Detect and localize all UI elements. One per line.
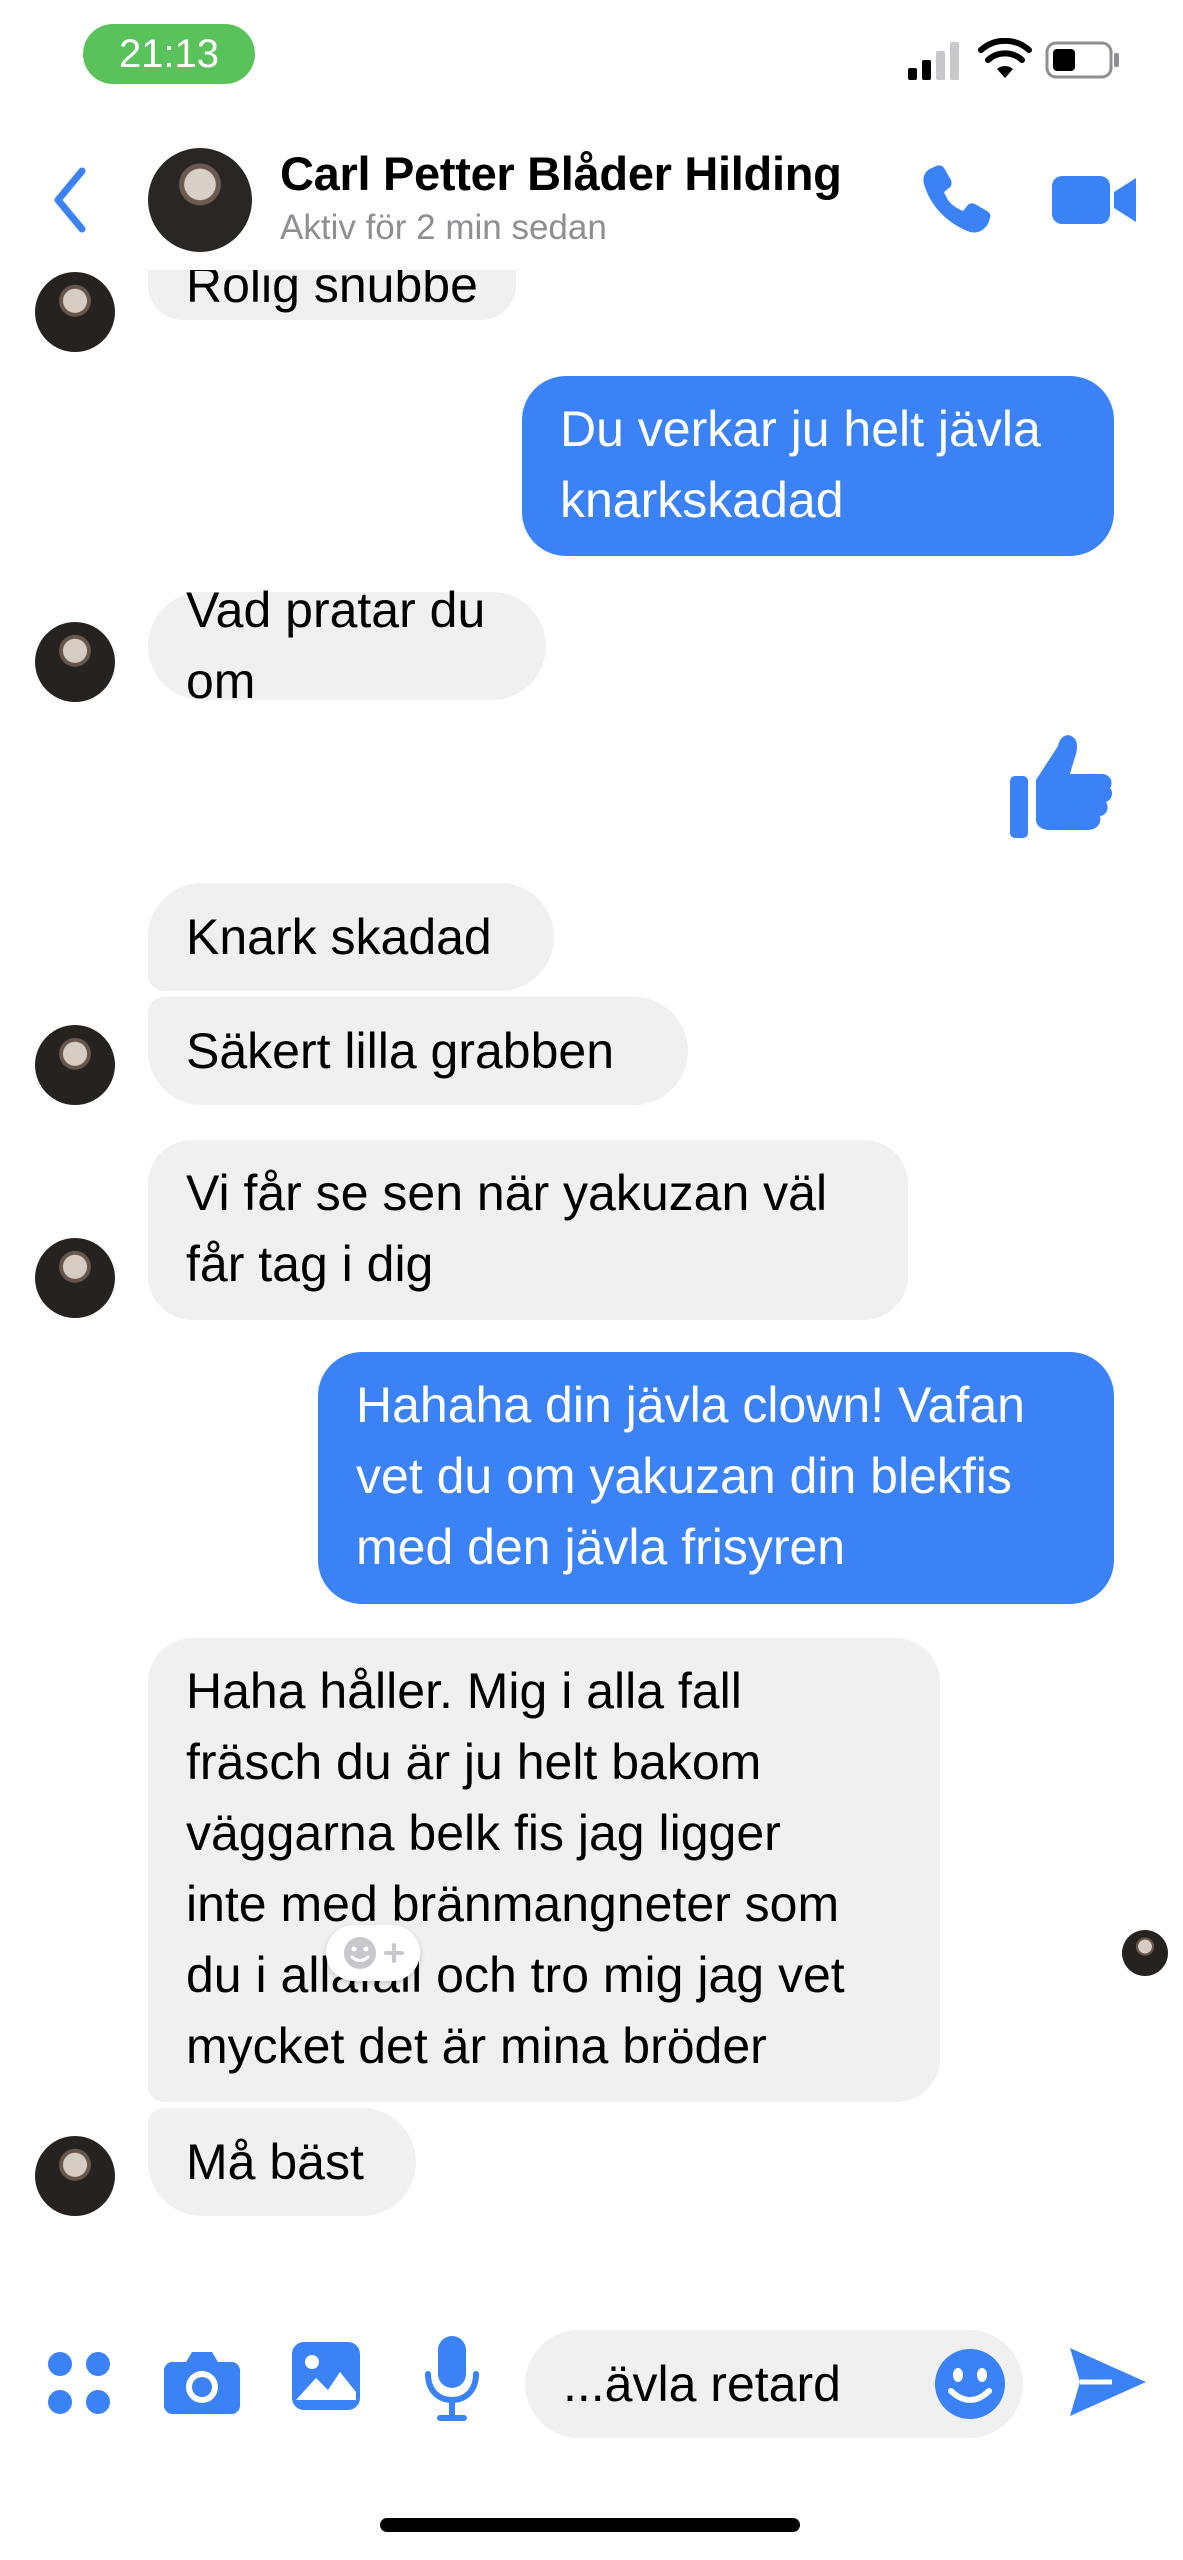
emoji-icon[interactable] — [933, 2347, 1007, 2421]
incoming-message[interactable]: Haha håller. Mig i alla fall fräsch du ä… — [148, 1638, 940, 2102]
microphone-icon[interactable] — [424, 2336, 480, 2422]
status-time: 21:13 — [83, 24, 255, 84]
wifi-icon — [978, 38, 1032, 78]
sender-avatar[interactable] — [35, 1025, 115, 1105]
message-line: Vi får se sen när yakuzan väl — [186, 1165, 828, 1221]
phone-call-icon[interactable] — [918, 162, 994, 238]
contact-name[interactable]: Carl Petter Blåder Hilding — [280, 146, 842, 201]
message-line: du i allafall och tro mig jag vet — [186, 1947, 845, 2003]
apps-grid-icon[interactable] — [46, 2350, 112, 2416]
incoming-message[interactable]: Må bäst — [148, 2108, 416, 2216]
incoming-message[interactable]: Knark skadad — [148, 883, 554, 991]
sender-avatar[interactable] — [35, 2136, 115, 2216]
message-line: får tag i dig — [186, 1236, 434, 1292]
outgoing-message[interactable]: Hahaha din jävla clown! Vafan vet du om … — [318, 1352, 1114, 1604]
back-chevron-icon[interactable] — [50, 165, 90, 235]
message-line: med den jävla frisyren — [356, 1519, 846, 1575]
message-line: väggarna belk fis jag ligger — [186, 1805, 781, 1861]
message-line: Du verkar ju helt jävla — [560, 401, 1041, 457]
message-line: Haha håller. Mig i alla fall — [186, 1663, 742, 1719]
message-thread: Rolig snubbe Du verkar ju helt jävla kna… — [0, 270, 1183, 2285]
add-reaction-icon — [344, 1937, 404, 1969]
message-text: Knark skadad — [186, 908, 492, 965]
message-text: Rolig snubbe — [186, 270, 478, 313]
add-reaction-button[interactable] — [326, 1925, 420, 1981]
sender-avatar[interactable] — [35, 1238, 115, 1318]
message-text: Säkert lilla grabben — [186, 1022, 615, 1079]
message-text: Vad pratar du om — [186, 582, 486, 709]
send-icon[interactable] — [1068, 2344, 1148, 2420]
thumbs-up-like-icon[interactable] — [1008, 730, 1112, 840]
video-call-icon[interactable] — [1052, 170, 1138, 230]
message-line: knarkskadad — [560, 472, 844, 528]
outgoing-message[interactable]: Du verkar ju helt jävla knarkskadad — [522, 376, 1114, 556]
contact-active-status: Aktiv för 2 min sedan — [280, 208, 607, 247]
message-composer: ...ävla retard — [0, 2290, 1183, 2480]
message-text: Må bäst — [186, 2133, 364, 2190]
message-line: fräsch du är ju helt bakom — [186, 1734, 762, 1790]
seen-receipt-avatar — [1122, 1930, 1168, 1976]
chat-header: Carl Petter Blåder Hilding Aktiv för 2 m… — [0, 110, 1183, 270]
contact-avatar[interactable] — [148, 148, 252, 252]
home-indicator[interactable] — [380, 2518, 800, 2532]
message-line: inte med bränmangneter som — [186, 1876, 840, 1932]
sender-avatar[interactable] — [35, 622, 115, 702]
message-line: vet du om yakuzan din blekfis — [356, 1448, 1012, 1504]
status-bar: 21:13 — [0, 0, 1183, 110]
cellular-signal-icon — [908, 42, 959, 80]
photo-gallery-icon[interactable] — [292, 2342, 360, 2410]
camera-icon[interactable] — [164, 2346, 240, 2416]
incoming-message[interactable]: Vi får se sen när yakuzan väl får tag i … — [148, 1140, 908, 1320]
incoming-message[interactable]: Säkert lilla grabben — [148, 997, 688, 1105]
messenger-chat-screen: 21:13 Carl Petter Blåder Hilding Aktiv f… — [0, 0, 1183, 2560]
message-input[interactable]: ...ävla retard — [525, 2330, 1023, 2438]
incoming-message[interactable]: Rolig snubbe — [148, 270, 516, 320]
incoming-message[interactable]: Vad pratar du om — [148, 582, 546, 709]
message-line: mycket det är mina bröder — [186, 2018, 767, 2074]
message-input-text: ...ävla retard — [563, 2356, 841, 2412]
sender-avatar[interactable] — [35, 272, 115, 352]
message-line: Hahaha din jävla clown! Vafan — [356, 1377, 1025, 1433]
battery-icon — [1045, 41, 1119, 79]
